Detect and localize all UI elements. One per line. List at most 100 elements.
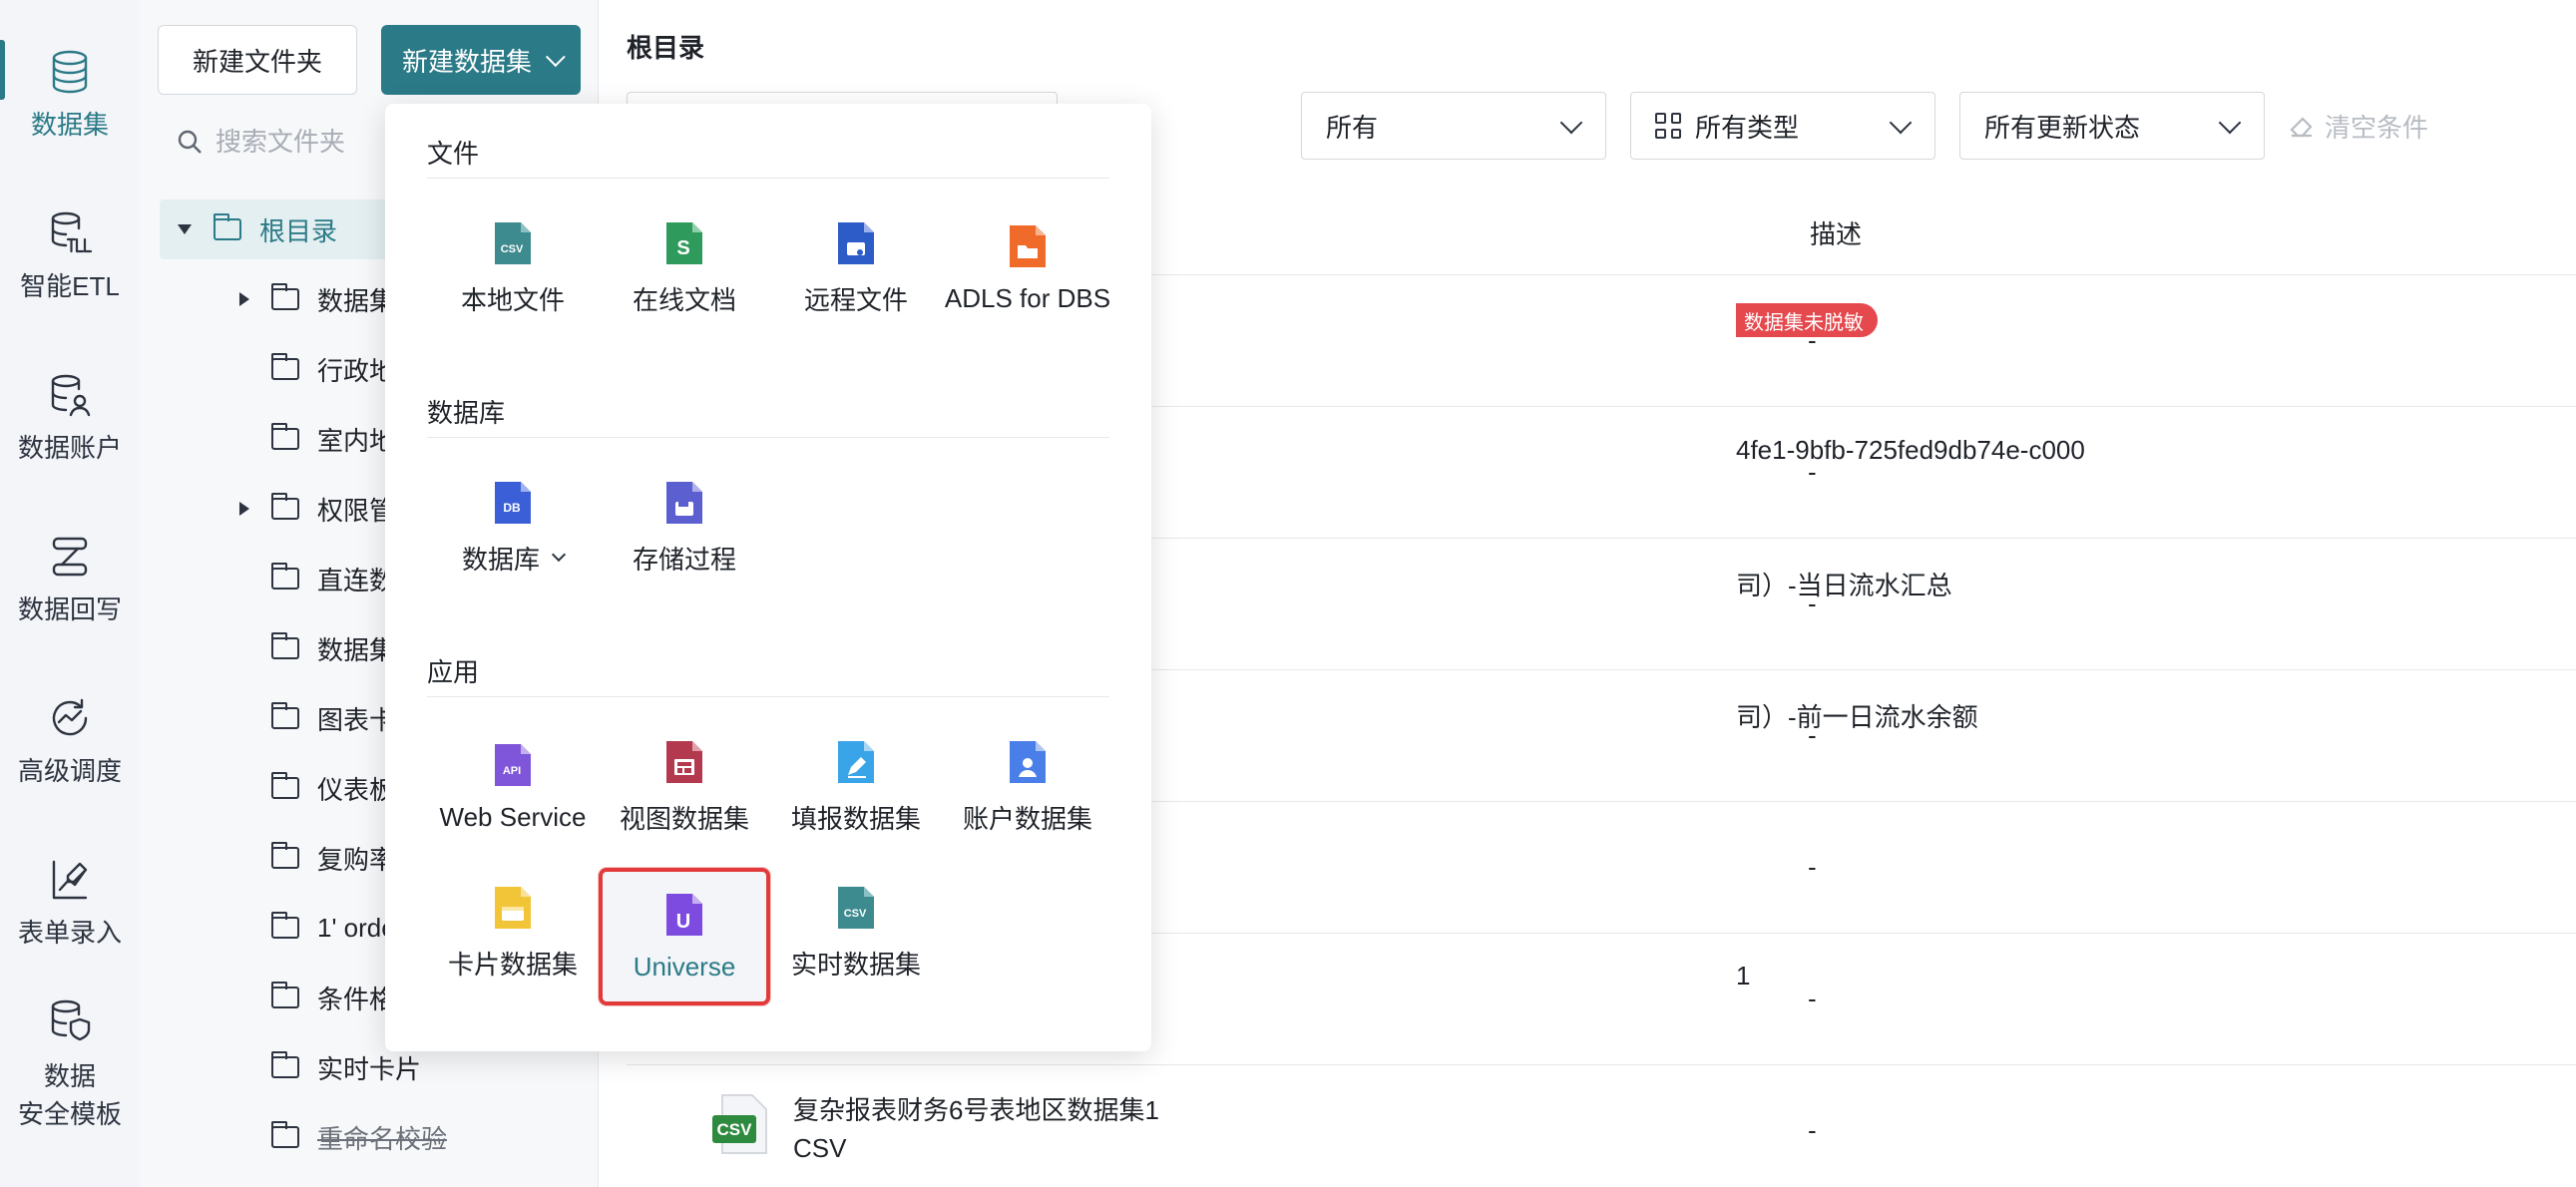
nav-label: 表单录入: [17, 918, 122, 948]
nav-label: 数据 安全模板: [18, 1057, 122, 1133]
left-nav: 数据集 智能ETL 数据账户 数据回写 高级调度 表单录入 数据 安全模板: [0, 0, 140, 1187]
csv-file-icon: CSV: [495, 221, 531, 264]
csv-icon-text: CSV: [717, 1120, 753, 1139]
remote-file-option[interactable]: 远程文件: [770, 203, 942, 333]
row-name[interactable]: 司）-前一日流水余额: [1736, 697, 1978, 734]
option-label: 填报数据集: [790, 803, 921, 834]
adls-icon: [1010, 224, 1046, 267]
row-description: -: [1808, 325, 1817, 355]
option-label: 远程文件: [803, 284, 908, 315]
database-option[interactable]: DB 数据库: [427, 463, 599, 593]
option-label: 数据库: [462, 540, 567, 577]
tree-label: 根目录: [259, 215, 338, 246]
fill-report-icon: [838, 740, 874, 783]
new-folder-button[interactable]: 新建文件夹: [158, 25, 357, 95]
tree-label: 复购率: [317, 844, 396, 875]
section-divider: [427, 437, 1109, 438]
chevron-down-icon: [551, 547, 567, 563]
icon-text: U: [676, 911, 690, 933]
folder-icon: [271, 1121, 299, 1148]
folder-icon: [271, 563, 299, 590]
nav-item-form-entry[interactable]: 表单录入: [0, 856, 140, 952]
online-doc-option[interactable]: S 在线文档: [599, 203, 770, 333]
svg-text:S: S: [676, 237, 689, 259]
local-file-option[interactable]: CSV 本地文件: [427, 203, 599, 333]
tree-label: 数据集: [317, 285, 396, 316]
row-description: -: [1808, 589, 1817, 618]
row-description: -: [1808, 984, 1817, 1013]
option-label: Web Service: [439, 801, 587, 832]
option-label: 卡片数据集: [447, 949, 578, 980]
tree-label: 实时卡片: [317, 1053, 422, 1084]
row-name[interactable]: 1: [1736, 961, 1750, 991]
chevron-down-icon: [1559, 111, 1583, 135]
folder-icon: [214, 213, 241, 240]
data-account-icon: [51, 374, 91, 417]
remote-file-icon: [838, 221, 874, 264]
chevron-down-icon: [545, 47, 566, 68]
nav-label-line: 数据: [43, 1061, 96, 1091]
account-dataset-icon: [1010, 740, 1046, 783]
folder-icon: [271, 842, 299, 869]
form-entry-icon: [52, 860, 88, 900]
option-label: 账户数据集: [962, 803, 1092, 834]
row-name[interactable]: 复杂报表财务6号表地区数据集1: [793, 1090, 1159, 1127]
nav-label: 数据账户: [17, 433, 122, 463]
nav-item-etl[interactable]: 智能ETL: [0, 209, 140, 305]
search-icon: [178, 130, 202, 154]
eraser-icon: [2290, 116, 2313, 137]
section-divider: [427, 696, 1109, 697]
nav-item-data-account[interactable]: 数据账户: [0, 371, 140, 467]
type-filter-select[interactable]: 所有类型: [1630, 92, 1935, 160]
chevron-down-icon: [2218, 111, 2242, 135]
page-title: 根目录: [627, 33, 705, 63]
csv-file-icon: CSV: [712, 1094, 767, 1154]
nav-item-security-template[interactable]: 数据 安全模板: [0, 997, 140, 1133]
nav-item-schedule[interactable]: 高级调度: [0, 694, 140, 790]
owner-filter-select[interactable]: 所有: [1301, 92, 1606, 160]
status-badge: 数据集未脱敏: [1736, 303, 1878, 337]
tree-item[interactable]: 重命名校验: [160, 1107, 579, 1167]
new-dataset-button[interactable]: 新建数据集: [381, 25, 581, 95]
universe-icon: U: [666, 893, 702, 936]
folder-icon: [271, 772, 299, 799]
api-file-icon: API: [495, 743, 531, 786]
universe-option[interactable]: U Universe: [599, 868, 770, 1005]
row-description: -: [1808, 720, 1817, 750]
nav-item-data-writeback[interactable]: 数据回写: [0, 533, 140, 628]
row-description: -: [1808, 457, 1817, 487]
folder-icon: [271, 702, 299, 729]
adls-option[interactable]: ADLS for DBS: [942, 203, 1113, 333]
security-template-icon: [51, 999, 91, 1041]
row-type: CSV: [793, 1133, 847, 1163]
online-doc-icon: S: [666, 221, 702, 264]
option-label: 存储过程: [632, 544, 736, 575]
nav-label: 智能ETL: [20, 271, 120, 301]
row-divider: [627, 1064, 2576, 1065]
fill-report-dataset-option[interactable]: 填报数据集: [770, 722, 942, 852]
grid-icon: [1655, 113, 1681, 139]
row-name[interactable]: 司）-当日流水汇总: [1736, 566, 1952, 602]
update-status-filter-select[interactable]: 所有更新状态: [1959, 92, 2265, 160]
folder-icon: [271, 912, 299, 939]
database-icon: [52, 50, 88, 94]
option-label: ADLS for DBS: [944, 282, 1111, 313]
account-dataset-option[interactable]: 账户数据集: [942, 722, 1113, 852]
folder-icon: [271, 632, 299, 659]
option-label: 在线文档: [632, 284, 736, 315]
realtime-dataset-icon: CSV: [838, 886, 874, 929]
card-dataset-option[interactable]: 卡片数据集: [427, 868, 599, 997]
row-name[interactable]: 4fe1-9bfb-725fed9db74e-c000: [1736, 435, 2085, 466]
realtime-dataset-option[interactable]: CSV 实时数据集: [770, 868, 942, 997]
web-service-option[interactable]: API Web Service: [427, 722, 599, 852]
nav-item-dataset[interactable]: 数据集: [0, 48, 140, 144]
section-title-application: 应用: [427, 657, 480, 687]
icon-text: API: [503, 765, 521, 777]
clear-filter-button[interactable]: 清空条件: [2289, 108, 2428, 145]
option-label: 实时数据集: [790, 949, 921, 980]
nav-label: 高级调度: [17, 756, 122, 786]
owner-filter-value: 所有: [1326, 112, 1379, 143]
stored-procedure-option[interactable]: 存储过程: [599, 463, 770, 593]
view-dataset-option[interactable]: 视图数据集: [599, 722, 770, 852]
view-dataset-icon: [666, 740, 702, 783]
